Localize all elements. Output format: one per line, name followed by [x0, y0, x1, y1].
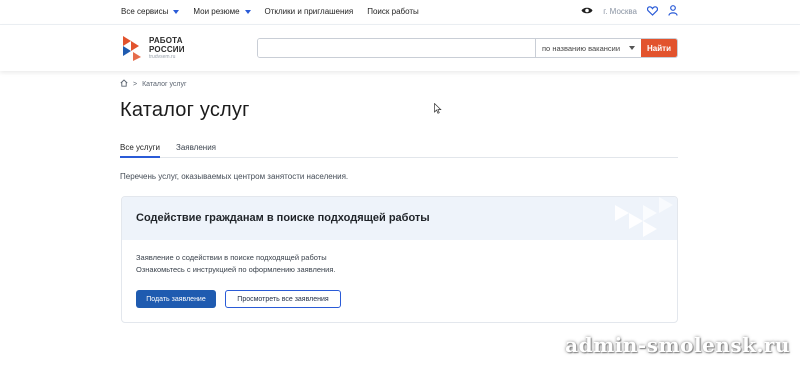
- nav-job-search[interactable]: Поиск работы: [367, 7, 419, 16]
- chevron-down-icon: [629, 46, 635, 50]
- heart-icon[interactable]: [646, 5, 659, 18]
- nav-responses-label: Отклики и приглашения: [264, 7, 354, 16]
- nav-my-resumes[interactable]: Мои резюме: [193, 7, 251, 16]
- nav-job-search-label: Поиск работы: [367, 7, 419, 16]
- eye-icon[interactable]: [581, 6, 593, 17]
- home-icon[interactable]: [120, 79, 128, 89]
- search-button[interactable]: Найти: [641, 39, 677, 57]
- watermark: admin-smolensk.ru: [565, 333, 790, 357]
- chevron-down-icon: [173, 9, 180, 14]
- submit-application-button[interactable]: Подать заявление: [136, 290, 216, 308]
- top-bar: Все сервисы Мои резюме Отклики и приглаш…: [0, 0, 800, 25]
- page-description: Перечень услуг, оказываемых центром заня…: [120, 172, 349, 181]
- search-input[interactable]: [258, 39, 535, 57]
- breadcrumb: > Каталог услуг: [120, 79, 187, 89]
- top-right-controls: г. Москва: [581, 5, 678, 18]
- logo-line1: РАБОТА: [149, 36, 183, 45]
- card-text-application: Заявление о содействии в поиске подходящ…: [136, 253, 327, 262]
- search-bar: по названию вакансии Найти: [257, 38, 678, 58]
- nav-my-resumes-label: Мои резюме: [193, 7, 240, 16]
- site-header: РАБОТА РОССИИ trudvsem.ru по названию ва…: [0, 25, 800, 71]
- search-mode-label: по названию вакансии: [542, 43, 621, 53]
- view-all-applications-button[interactable]: Просмотреть все заявления: [225, 290, 341, 308]
- tab-applications[interactable]: Заявления: [176, 142, 216, 157]
- breadcrumb-separator-icon: >: [133, 80, 138, 88]
- logo-line2: РОССИИ: [149, 45, 185, 54]
- card-text-instruction[interactable]: Ознакомьтесь с инструкцией по оформлению…: [136, 265, 336, 274]
- mouse-cursor-icon: [434, 101, 442, 119]
- chevron-down-icon: [244, 9, 251, 14]
- decorative-arrows-icon: [615, 197, 673, 237]
- service-card: Содействие гражданам в поиске подходящей…: [121, 196, 678, 323]
- logo-text: РАБОТА РОССИИ trudvsem.ru: [149, 36, 185, 60]
- card-header: Содействие гражданам в поиске подходящей…: [122, 197, 677, 240]
- logo-mark-icon: [123, 36, 141, 61]
- nav-all-services-label: Все сервисы: [121, 7, 169, 16]
- logo[interactable]: РАБОТА РОССИИ trudvsem.ru: [121, 35, 185, 61]
- nav-responses[interactable]: Отклики и приглашения: [265, 7, 354, 16]
- page-title: Каталог услуг: [120, 99, 250, 121]
- top-navigation: Все сервисы Мои резюме Отклики и приглаш…: [121, 7, 419, 16]
- card-body: Заявление о содействии в поиске подходящ…: [122, 240, 677, 322]
- city-selector[interactable]: г. Москва: [603, 7, 637, 16]
- tab-bar: Все услуги Заявления: [120, 142, 678, 158]
- tab-all-services[interactable]: Все услуги: [120, 142, 160, 158]
- search-mode-select[interactable]: по названию вакансии: [535, 39, 641, 57]
- breadcrumb-current: Каталог услуг: [142, 80, 187, 88]
- card-title: Содействие гражданам в поиске подходящей…: [136, 212, 430, 224]
- logo-subtitle: trudvsem.ru: [149, 54, 176, 60]
- user-icon[interactable]: [668, 5, 678, 18]
- nav-all-services[interactable]: Все сервисы: [121, 7, 180, 16]
